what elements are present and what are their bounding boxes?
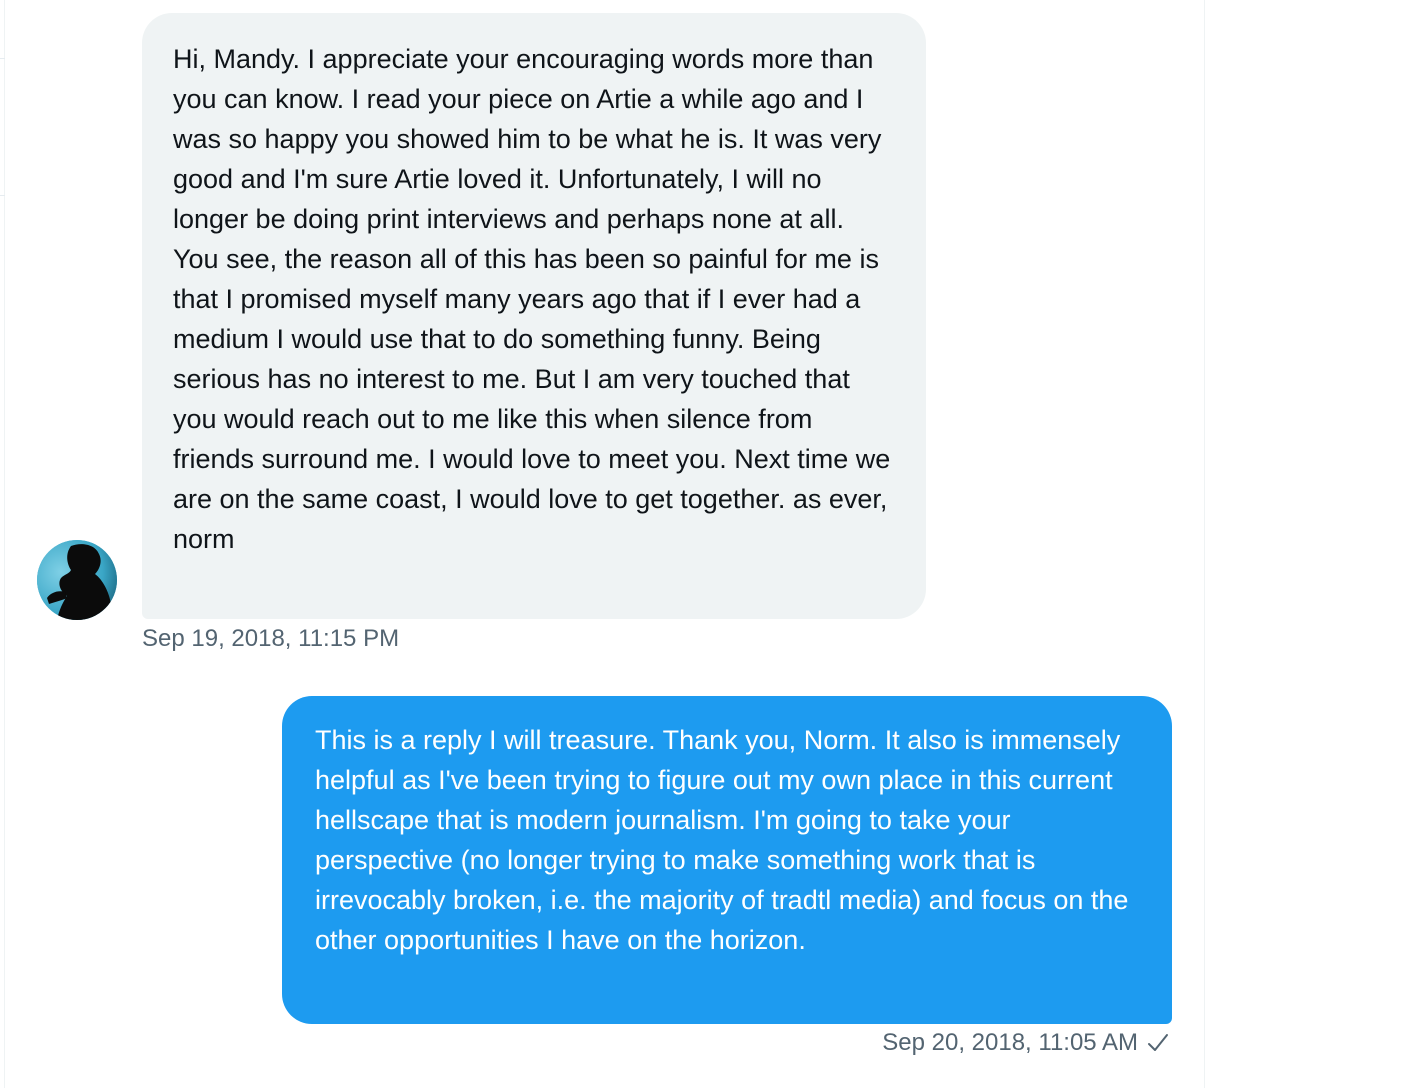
sender-avatar[interactable] <box>37 540 117 620</box>
message-text: This is a reply I will treasure. Thank y… <box>315 725 1129 955</box>
left-panel-separator <box>0 195 5 196</box>
message-timestamp: Sep 19, 2018, 11:15 PM <box>142 625 400 652</box>
message-status: Sep 20, 2018, 11:05 AM <box>882 1028 1170 1058</box>
message-bubble-received[interactable]: Hi, Mandy. I appreciate your encouraging… <box>142 13 926 619</box>
left-panel-separator <box>0 58 5 59</box>
avatar-silhouette-icon <box>37 540 117 620</box>
check-icon <box>1148 1034 1168 1051</box>
message-timestamp: Sep 20, 2018, 11:05 AM <box>882 1029 1138 1056</box>
right-panel-divider <box>1204 0 1205 1088</box>
left-panel-divider <box>4 0 5 1088</box>
message-text: Hi, Mandy. I appreciate your encouraging… <box>173 44 891 554</box>
message-bubble-sent[interactable]: This is a reply I will treasure. Thank y… <box>282 696 1172 1024</box>
